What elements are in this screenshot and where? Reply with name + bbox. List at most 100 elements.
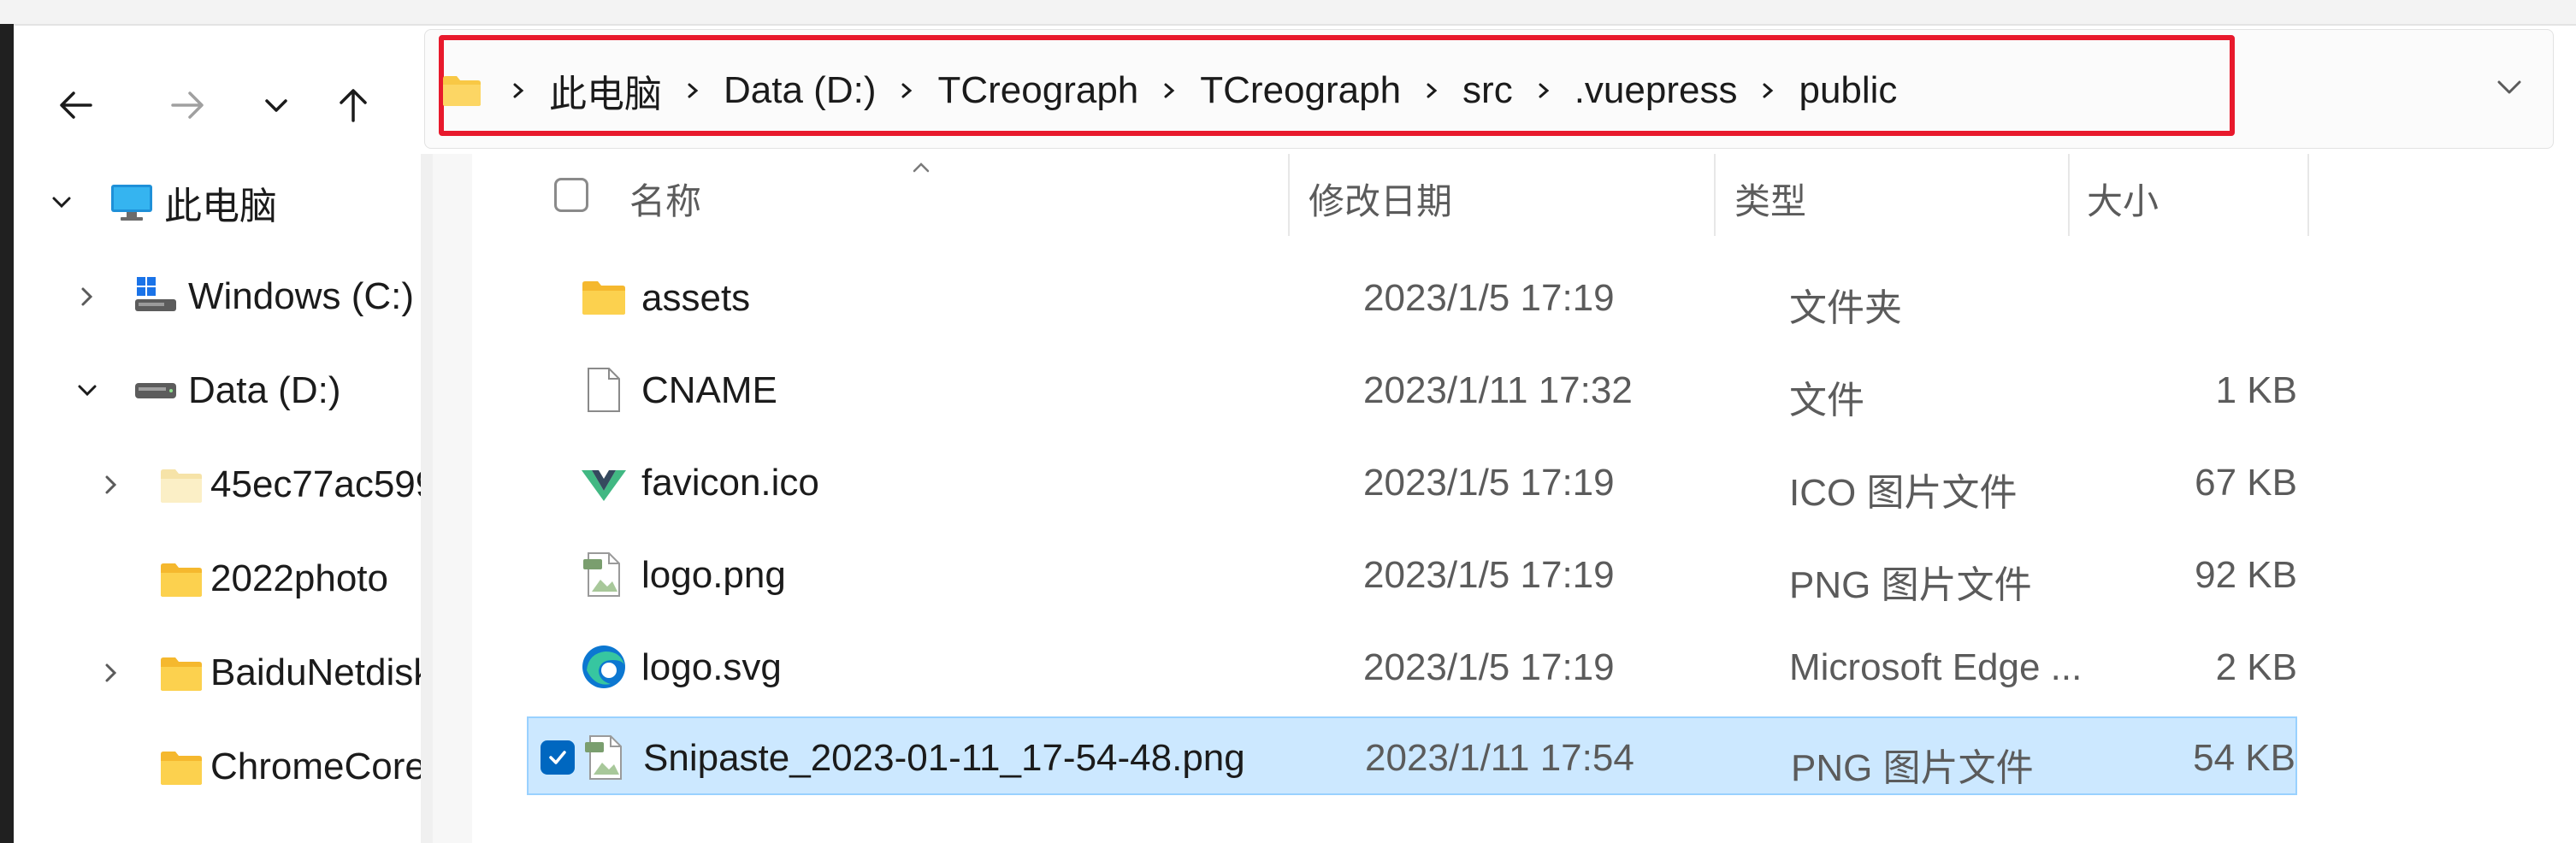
row-checkbox[interactable]	[541, 740, 575, 775]
breadcrumb: 此电脑 Data (D:) TCreograph TCreograph src …	[441, 55, 1909, 127]
chevron-down-icon	[265, 99, 287, 112]
folder-icon	[161, 657, 202, 691]
chevron-right-icon[interactable]	[1150, 81, 1188, 100]
tree-item-label: ChromeCore	[210, 746, 421, 787]
file-size: 92 KB	[2195, 554, 2297, 596]
file-date: 2023/1/11 17:32	[1363, 369, 1633, 411]
file-date: 2023/1/5 17:19	[1363, 462, 1615, 504]
tree-item-this-pc[interactable]: 此电脑	[14, 164, 421, 241]
chevron-right-icon[interactable]	[888, 81, 925, 100]
forward-button[interactable]	[157, 75, 217, 135]
sort-ascending-icon	[913, 162, 930, 173]
arrow-up-icon	[340, 89, 367, 122]
file-row[interactable]: logo.svg 2023/1/5 17:19 Microsoft Edge .…	[527, 628, 2297, 706]
file-type: 文件	[1789, 380, 1864, 422]
file-row[interactable]: CNAME 2023/1/11 17:32 文件 1 KB	[527, 351, 2297, 429]
chevron-down-icon[interactable]	[70, 374, 104, 408]
file-name: logo.svg	[641, 646, 782, 688]
back-button[interactable]	[46, 75, 106, 135]
file-name: CNAME	[641, 369, 777, 411]
file-date: 2023/1/11 17:54	[1365, 737, 1634, 779]
tree-item-windows-c[interactable]: Windows (C:)	[14, 258, 421, 335]
chevron-down-icon	[2497, 80, 2521, 94]
tree-item-data-d[interactable]: Data (D:)	[14, 352, 421, 429]
breadcrumb-item-src[interactable]: src	[1450, 69, 1525, 112]
arrow-right-icon	[171, 91, 204, 119]
file-size: 67 KB	[2195, 462, 2297, 504]
file-type: ICO 图片文件	[1789, 472, 2018, 514]
column-header-type[interactable]: 类型	[1734, 173, 1806, 225]
tree-item-label: BaiduNetdisk	[210, 651, 421, 693]
chevron-right-icon	[499, 81, 537, 100]
file-date: 2023/1/5 17:19	[1363, 554, 1615, 596]
chevron-right-icon[interactable]	[94, 468, 128, 502]
tree-item-label: Data (D:)	[188, 369, 341, 411]
breadcrumb-item-public[interactable]: public	[1787, 69, 1909, 112]
breadcrumb-item-vuepress[interactable]: .vuepress	[1563, 69, 1750, 112]
column-divider[interactable]	[2068, 154, 2070, 236]
file-type: 文件夹	[1789, 287, 1902, 329]
tree-item-folder[interactable]: BaiduNetdisk	[14, 634, 421, 711]
column-divider[interactable]	[2307, 154, 2309, 236]
file-row[interactable]: favicon.ico 2023/1/5 17:19 ICO 图片文件 67 K…	[527, 443, 2297, 522]
tree-item-folder[interactable]: ChromeCore	[14, 728, 421, 805]
monitor-icon	[111, 185, 152, 221]
select-all-checkbox[interactable]	[554, 178, 588, 212]
title-bar-strip	[0, 0, 2576, 26]
breadcrumb-item-tcreograph-inner[interactable]: TCreograph	[1188, 69, 1413, 112]
column-header-date[interactable]: 修改日期	[1309, 173, 1452, 225]
sidebar-scrollbar[interactable]	[421, 154, 433, 843]
file-name: Snipaste_2023-01-11_17-54-48.png	[643, 737, 1245, 779]
column-header-size[interactable]: 大小	[2087, 173, 2159, 225]
breadcrumb-item-this-pc[interactable]: 此电脑	[537, 63, 674, 118]
file-row[interactable]: logo.png 2023/1/5 17:19 PNG 图片文件 92 KB	[527, 535, 2297, 614]
column-divider[interactable]	[1288, 154, 1290, 236]
chevron-down-icon[interactable]	[44, 186, 79, 220]
column-header-name[interactable]: 名称	[629, 173, 701, 225]
up-button[interactable]	[323, 75, 383, 135]
chevron-right-icon[interactable]	[1525, 81, 1563, 100]
file-row[interactable]: assets 2023/1/5 17:19 文件夹	[527, 258, 2297, 337]
breadcrumb-item-tcreograph[interactable]: TCreograph	[925, 69, 1150, 112]
chevron-right-icon[interactable]	[94, 656, 128, 690]
tree-item-label: Windows (C:)	[188, 275, 415, 317]
tree-item-folder[interactable]: 45ec77ac599	[14, 446, 421, 523]
file-size: 54 KB	[2193, 737, 2295, 779]
vue-logo-icon	[582, 470, 626, 501]
pane-divider[interactable]	[433, 154, 472, 843]
file-size: 1 KB	[2215, 369, 2297, 411]
address-history-button[interactable]	[2482, 60, 2537, 115]
file-row-selected[interactable]: Snipaste_2023-01-11_17-54-48.png 2023/1/…	[527, 716, 2297, 795]
tree-item-folder[interactable]: 2022photo	[14, 540, 421, 617]
folder-icon	[161, 752, 202, 785]
png-file-icon	[583, 552, 620, 597]
chevron-right-icon[interactable]	[674, 81, 712, 100]
navigation-pane: 此电脑 Windows (C:) Data (D:) 45ec77ac599 2…	[14, 154, 421, 843]
file-date: 2023/1/5 17:19	[1363, 646, 1615, 688]
png-file-icon	[585, 735, 622, 780]
file-type: PNG 图片文件	[1791, 747, 2034, 789]
file-name: assets	[641, 277, 751, 319]
blank-file-icon	[588, 368, 620, 412]
recent-locations-button[interactable]	[246, 75, 306, 135]
column-header-row: 名称 修改日期 类型 大小	[472, 154, 2576, 239]
checkmark-icon	[549, 751, 566, 764]
folder-icon	[161, 469, 202, 503]
file-size: 2 KB	[2215, 646, 2297, 688]
window-edge	[0, 24, 14, 843]
chevron-right-icon[interactable]	[1413, 81, 1450, 100]
chevron-right-icon[interactable]	[70, 280, 104, 314]
file-list: 名称 修改日期 类型 大小 assets 2023/1/5 17:19 文件夹 …	[472, 154, 2576, 843]
edge-icon	[582, 646, 625, 688]
file-type: PNG 图片文件	[1789, 564, 2032, 606]
file-type: Microsoft Edge ...	[1789, 646, 2083, 688]
folder-icon	[161, 563, 202, 597]
folder-icon	[582, 281, 625, 315]
breadcrumb-item-data-drive[interactable]: Data (D:)	[712, 69, 888, 112]
drive-icon	[135, 383, 176, 398]
tree-item-label: 此电脑	[164, 186, 277, 227]
column-divider[interactable]	[1714, 154, 1716, 236]
folder-icon	[443, 76, 481, 106]
chevron-right-icon[interactable]	[1749, 81, 1787, 100]
file-date: 2023/1/5 17:19	[1363, 277, 1615, 319]
